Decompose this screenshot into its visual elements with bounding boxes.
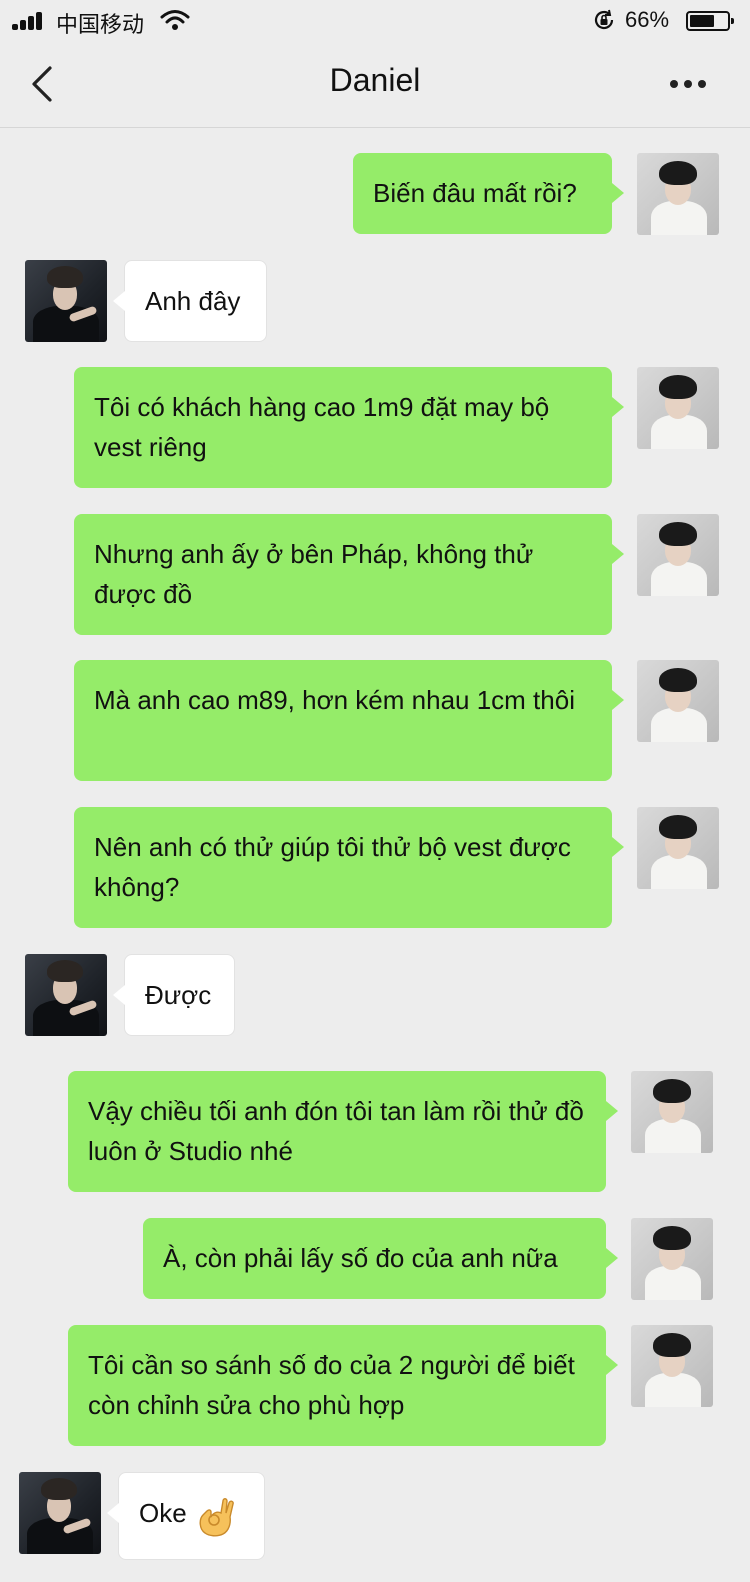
ok-hand-icon xyxy=(199,1498,234,1537)
battery-icon xyxy=(686,11,734,31)
status-bar: 中国移动 66% xyxy=(0,0,750,40)
message-text: Tôi có khách hàng cao 1m9 đặt may bộ ves… xyxy=(94,392,550,462)
message-text: Được xyxy=(145,980,212,1010)
contact-avatar[interactable] xyxy=(19,1472,101,1554)
contact-avatar[interactable] xyxy=(25,260,107,342)
message-text: Oke xyxy=(139,1498,187,1528)
message-bubble[interactable]: Vậy chiều tối anh đón tôi tan làm rồi th… xyxy=(68,1071,618,1192)
my-avatar[interactable] xyxy=(631,1218,713,1300)
chat-header: Daniel xyxy=(0,40,750,128)
message-bubble[interactable]: Mà anh cao m89, hơn kém nhau 1cm thôi xyxy=(74,660,624,781)
my-avatar[interactable] xyxy=(637,660,719,742)
message-bubble[interactable]: Nhưng anh ấy ở bên Pháp, không thử được … xyxy=(74,514,624,635)
message-text: Mà anh cao m89, hơn kém nhau 1cm thôi xyxy=(94,685,575,715)
chat-title: Daniel xyxy=(329,62,421,98)
my-avatar[interactable] xyxy=(637,807,719,889)
my-avatar[interactable] xyxy=(637,153,719,235)
message-text: Vậy chiều tối anh đón tôi tan làm rồi th… xyxy=(88,1096,584,1166)
message-text: Tôi cần so sánh số đo của 2 người để biế… xyxy=(88,1350,575,1420)
message-text: À, còn phải lấy số đo của anh nữa xyxy=(163,1243,558,1273)
message-text: Anh đây xyxy=(145,286,241,316)
message-bubble[interactable]: Tôi cần so sánh số đo của 2 người để biế… xyxy=(68,1325,618,1446)
my-avatar[interactable] xyxy=(631,1071,713,1153)
carrier-name: 中国移动 xyxy=(56,12,145,37)
my-avatar[interactable] xyxy=(637,514,719,596)
rotation-lock-icon xyxy=(594,9,614,30)
contact-avatar[interactable] xyxy=(25,954,107,1036)
message-bubble[interactable]: Biến đâu mất rồi? xyxy=(353,153,624,234)
battery-percentage: 66% xyxy=(625,7,670,32)
message-text: Nên anh có thử giúp tôi thử bộ vest được… xyxy=(94,832,571,902)
message-bubble[interactable]: Tôi có khách hàng cao 1m9 đặt may bộ ves… xyxy=(74,367,624,488)
more-options-icon[interactable] xyxy=(666,76,710,90)
message-text: Biến đâu mất rồi? xyxy=(373,178,577,208)
my-avatar[interactable] xyxy=(631,1325,713,1407)
message-bubble[interactable]: Oke xyxy=(107,1472,265,1560)
message-bubble[interactable]: Được xyxy=(113,954,235,1036)
my-avatar[interactable] xyxy=(637,367,719,449)
message-text: Nhưng anh ấy ở bên Pháp, không thử được … xyxy=(94,539,534,609)
wifi-icon xyxy=(160,10,190,30)
message-bubble[interactable]: À, còn phải lấy số đo của anh nữa xyxy=(143,1218,618,1299)
message-bubble[interactable]: Anh đây xyxy=(113,260,267,342)
signal-strength-icon xyxy=(12,12,46,30)
message-bubble[interactable]: Nên anh có thử giúp tôi thử bộ vest được… xyxy=(74,807,624,928)
